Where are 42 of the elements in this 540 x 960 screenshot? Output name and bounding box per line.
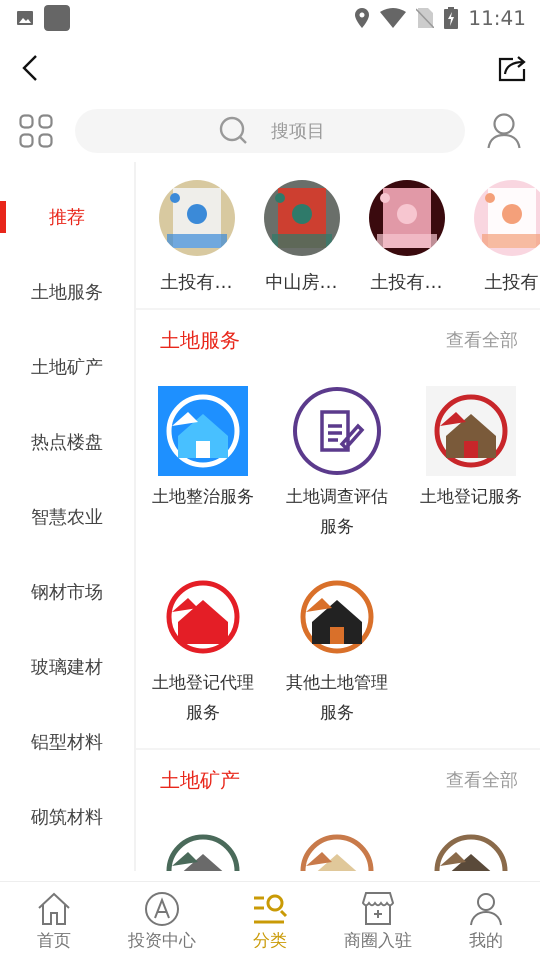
grid-icon[interactable] (19, 114, 53, 148)
service-name[interactable]: 土地整治服务 (147, 482, 259, 512)
project-name[interactable]: 土投有 (484, 270, 538, 294)
location-icon (354, 8, 370, 28)
search-icon (219, 116, 249, 146)
share-icon[interactable] (497, 54, 527, 82)
battery-icon (444, 7, 458, 29)
user-icon[interactable] (487, 113, 521, 149)
category-item[interactable]: 玻璃建材 (0, 629, 134, 704)
nav-tab[interactable]: 商圈入驻 (324, 882, 432, 960)
search-field[interactable]: 搜项目 (75, 109, 465, 153)
wifi-icon (380, 8, 406, 28)
section-title: 土地服务 (160, 326, 240, 354)
section-title: 土地矿产 (160, 766, 240, 794)
category-item[interactable]: 热点楼盘 (0, 404, 134, 479)
project-name[interactable]: 中山房… (266, 270, 338, 294)
category-item[interactable]: 铝型材料 (0, 704, 134, 779)
project-name[interactable]: 土投有… (370, 270, 442, 294)
no-sim-icon (416, 8, 434, 28)
category-item[interactable]: 土地矿产 (0, 329, 134, 404)
category-item[interactable]: 土地服务 (0, 254, 134, 329)
service-name[interactable]: 土地调查评估服务 (281, 482, 393, 542)
nav-tab[interactable]: 首页 (0, 882, 108, 960)
category-item[interactable]: 砌筑材料 (0, 779, 134, 854)
letter-a-icon (144, 890, 180, 926)
back-icon[interactable] (22, 54, 38, 82)
document-edit-icon[interactable] (292, 386, 382, 476)
app-icon (44, 5, 70, 31)
nav-tab[interactable]: 我的 (432, 882, 540, 960)
home-icon (36, 890, 72, 926)
category-item[interactable]: 钢材市场 (0, 554, 134, 629)
image-icon (16, 9, 34, 27)
service-name[interactable]: 土地登记服务 (415, 482, 527, 512)
project-name[interactable]: 土投有… (160, 270, 232, 294)
category-item[interactable]: 智慧农业 (0, 479, 134, 554)
shop-icon (360, 890, 396, 926)
status-time: 11:41 (468, 6, 526, 30)
service-name[interactable]: 其他土地管理服务 (281, 668, 393, 728)
nav-tab[interactable]: 投资中心 (108, 882, 216, 960)
user-icon (468, 890, 504, 926)
service-name[interactable]: 土地登记代理服务 (147, 668, 259, 728)
category-item[interactable]: 推荐 (0, 179, 134, 254)
